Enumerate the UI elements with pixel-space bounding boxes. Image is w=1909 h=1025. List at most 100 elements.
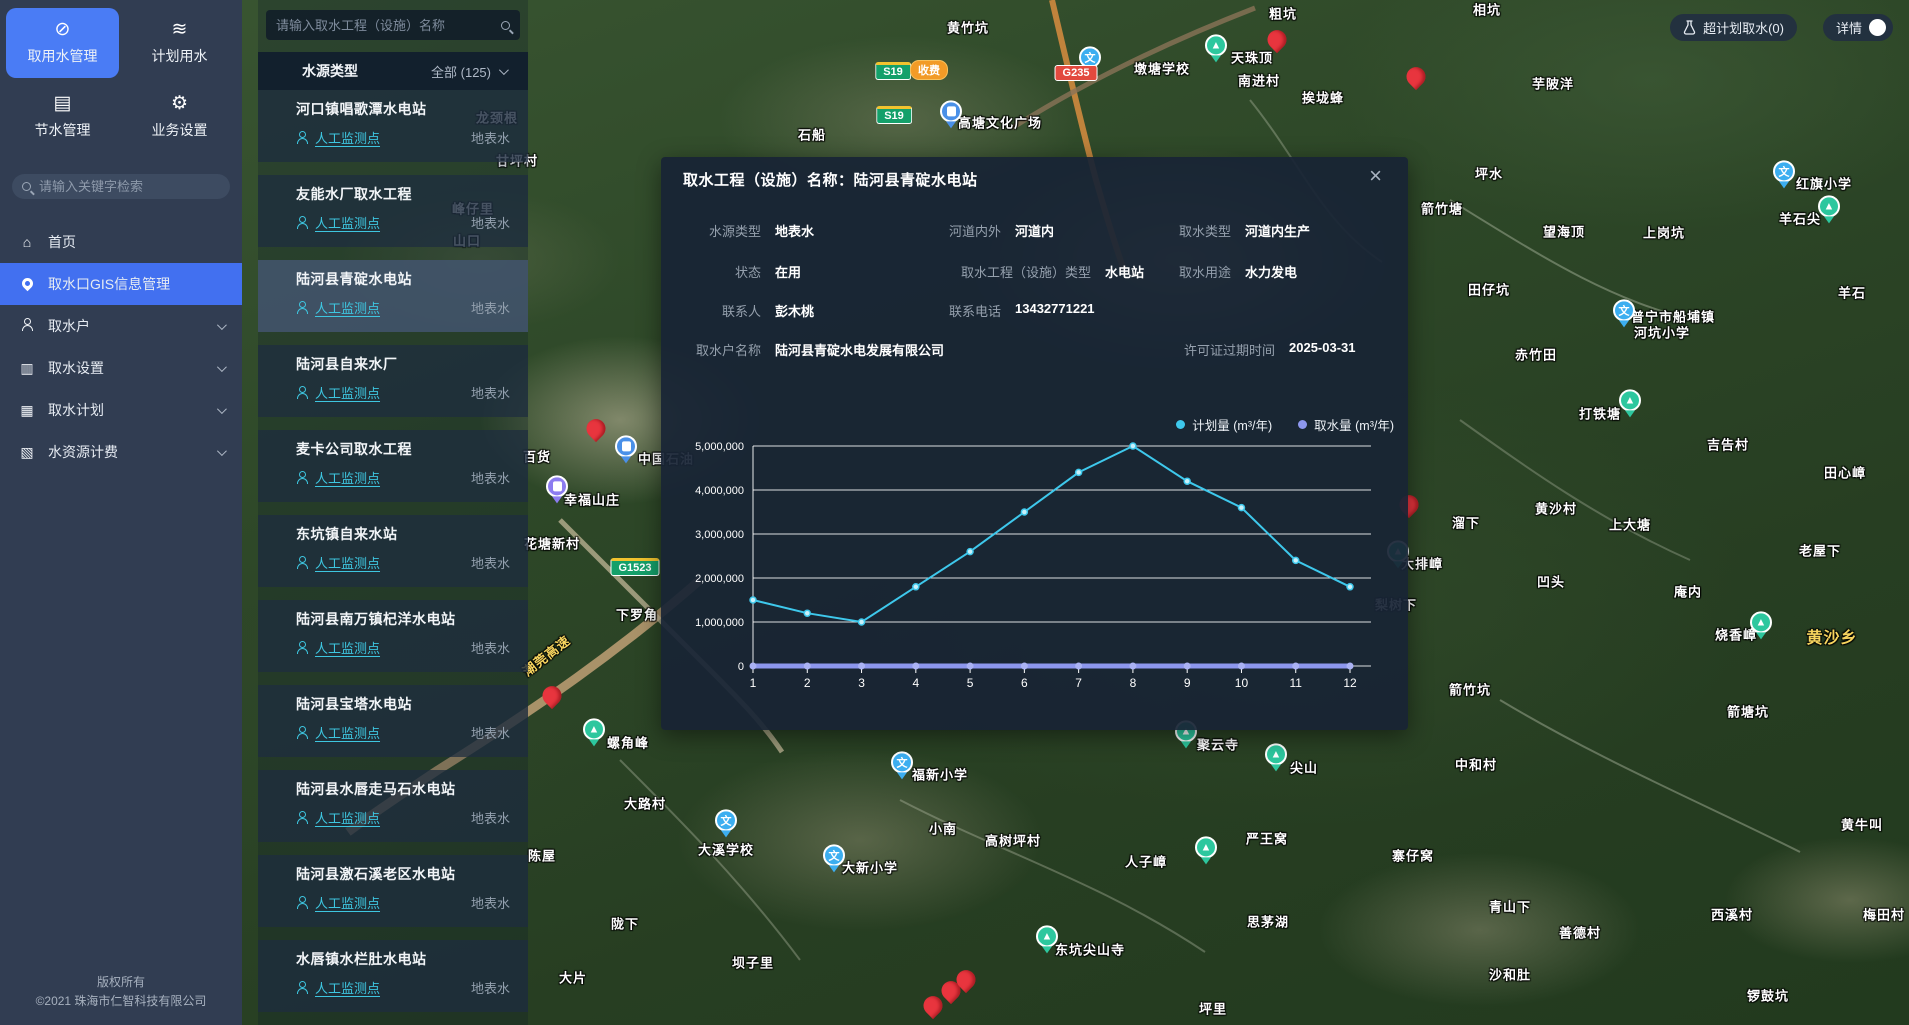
chevron-down-icon — [217, 362, 227, 372]
svg-text:8: 8 — [1130, 676, 1137, 690]
sidebar-item-0[interactable]: ⌂首页 — [0, 221, 242, 263]
person-icon — [296, 386, 308, 399]
field-label: 联系电话 — [931, 301, 1001, 320]
mountain-marker[interactable]: ▲ — [583, 718, 605, 740]
mountain-marker[interactable]: ▲ — [1265, 743, 1287, 765]
svg-text:2,000,000: 2,000,000 — [695, 573, 744, 585]
svg-text:0: 0 — [738, 661, 744, 673]
facility-list-item[interactable]: 陆河县自来水厂人工监测点地表水 — [258, 345, 528, 417]
sidebar-item-5[interactable]: ▧水资源计费 — [0, 431, 242, 473]
facility-list-item[interactable]: 陆河县南万镇杞洋水电站人工监测点地表水 — [258, 600, 528, 672]
sidebar-item-1[interactable]: 取水口GIS信息管理 — [0, 263, 242, 305]
sidebar-item-4[interactable]: ▦取水计划 — [0, 389, 242, 431]
water-source-type: 地表水 — [471, 638, 510, 657]
monitor-type-link[interactable]: 人工监测点 — [315, 468, 380, 487]
map-label: 大溪学校 — [698, 840, 754, 859]
facility-list-item[interactable]: 友能水厂取水工程人工监测点地表水 — [258, 175, 528, 247]
map-label: 坪里 — [1199, 999, 1227, 1018]
poi-blue-marker[interactable] — [940, 100, 962, 122]
sidebar-search-box[interactable] — [12, 174, 230, 199]
chevron-down-icon — [217, 446, 227, 456]
facility-list-item[interactable]: 陆河县激石溪老区水电站人工监测点地表水 — [258, 855, 528, 927]
facility-list-item[interactable]: 陆河县青碇水电站人工监测点地表水 — [258, 260, 528, 332]
red-pin-marker[interactable] — [924, 996, 943, 1015]
module-plan-water[interactable]: ≋计划用水 — [123, 8, 236, 78]
detail-toggle[interactable]: 详情 — [1823, 14, 1893, 41]
person-icon — [296, 641, 308, 654]
sidebar-item-2[interactable]: 取水户 — [0, 305, 242, 347]
facility-sub-row: 人工监测点地表水 — [296, 298, 510, 317]
mountain-icon: ▲ — [1195, 836, 1217, 858]
module-label: 节水管理 — [35, 120, 91, 140]
school-marker[interactable]: 文 — [1773, 160, 1795, 182]
marker-pointer — [1211, 55, 1221, 62]
legend-item[interactable]: 计划量 (m³/年) — [1176, 415, 1272, 434]
water-source-type: 地表水 — [471, 128, 510, 147]
field-value: 在用 — [775, 262, 801, 281]
person-icon — [296, 896, 308, 909]
red-pin-marker[interactable] — [587, 419, 606, 438]
facility-list-item[interactable]: 麦卡公司取水工程人工监测点地表水 — [258, 430, 528, 502]
svg-text:4: 4 — [912, 676, 919, 690]
mountain-marker[interactable]: ▲ — [1818, 195, 1840, 217]
module-water-use[interactable]: ⊘取用水管理 — [6, 8, 119, 78]
map-label: 黄牛叫 — [1841, 815, 1883, 834]
road-shield-S19: S19 — [875, 62, 911, 80]
monitor-type-link[interactable]: 人工监测点 — [315, 978, 380, 997]
sidebar-search-input[interactable] — [39, 179, 220, 194]
monitor-type-link[interactable]: 人工监测点 — [315, 128, 380, 147]
red-pin-marker[interactable] — [1407, 67, 1426, 86]
map-label: 锣鼓坑 — [1747, 986, 1789, 1005]
mountain-marker[interactable]: ▲ — [1619, 389, 1641, 411]
intake-chart: 01,000,0002,000,0003,000,0004,000,0005,0… — [661, 427, 1401, 717]
school-marker[interactable]: 文 — [891, 751, 913, 773]
map-label: 大新小学 — [842, 858, 898, 877]
monitor-type-link[interactable]: 人工监测点 — [315, 638, 380, 657]
location-pin-icon — [18, 276, 36, 292]
gas-marker[interactable] — [615, 435, 637, 457]
marker-pointer — [1201, 857, 1211, 864]
map-label: 小南 — [929, 819, 957, 838]
map-label: 河坑小学 — [1634, 323, 1690, 342]
svg-text:5: 5 — [967, 676, 974, 690]
monitor-type-link[interactable]: 人工监测点 — [315, 298, 380, 317]
facility-search-input[interactable] — [276, 18, 493, 33]
mountain-marker[interactable]: ▲ — [1750, 611, 1772, 633]
toggle-knob[interactable] — [1869, 19, 1886, 36]
facility-list-item[interactable]: 河口镇唱歌潭水电站人工监测点地表水 — [258, 90, 528, 162]
red-pin-marker[interactable] — [957, 970, 976, 989]
chevron-down-icon — [499, 65, 509, 75]
monitor-type-link[interactable]: 人工监测点 — [315, 553, 380, 572]
monitor-type-link[interactable]: 人工监测点 — [315, 723, 380, 742]
temple-marker[interactable]: ▲ — [1036, 925, 1058, 947]
over-plan-water-button[interactable]: 超计划取水(0) — [1670, 14, 1797, 41]
red-pin-icon — [920, 992, 947, 1019]
facility-list-item[interactable]: 陆河县水唇走马石水电站人工监测点地表水 — [258, 770, 528, 842]
water-source-filter[interactable]: 水源类型 全部 (125) — [258, 52, 528, 90]
school-marker[interactable]: 文 — [823, 844, 845, 866]
facility-list-item[interactable]: 陆河县宝塔水电站人工监测点地表水 — [258, 685, 528, 757]
facility-search-box[interactable] — [266, 10, 520, 40]
facility-list-item[interactable]: 水唇镇水栏肚水电站人工监测点地表水 — [258, 940, 528, 1012]
facility-list-item[interactable]: 东坑镇自来水站人工监测点地表水 — [258, 515, 528, 587]
mountain-marker[interactable]: ▲ — [1195, 836, 1217, 858]
red-pin-marker[interactable] — [1268, 30, 1287, 49]
monitor-type-link[interactable]: 人工监测点 — [315, 383, 380, 402]
monitor-type-link[interactable]: 人工监测点 — [315, 893, 380, 912]
red-pin-marker[interactable] — [543, 686, 562, 705]
module-save-water[interactable]: ▤节水管理 — [6, 82, 119, 152]
water-source-type: 地表水 — [471, 383, 510, 402]
monitor-type-link[interactable]: 人工监测点 — [315, 213, 380, 232]
module-settings[interactable]: ⚙业务设置 — [123, 82, 236, 152]
school-marker[interactable]: 文 — [1613, 299, 1635, 321]
mountain-marker[interactable]: ▲ — [1205, 34, 1227, 56]
school-marker[interactable]: 文 — [715, 809, 737, 831]
person-icon — [296, 216, 308, 229]
module-switcher: ⊘取用水管理≋计划用水▤节水管理⚙业务设置 — [0, 0, 242, 158]
mountain-icon: ▲ — [583, 718, 605, 740]
monitor-type-link[interactable]: 人工监测点 — [315, 808, 380, 827]
resort-marker[interactable] — [546, 475, 568, 497]
legend-item[interactable]: 取水量 (m³/年) — [1298, 415, 1394, 434]
sidebar-item-3[interactable]: ▥取水设置 — [0, 347, 242, 389]
close-icon[interactable]: × — [1369, 165, 1382, 187]
